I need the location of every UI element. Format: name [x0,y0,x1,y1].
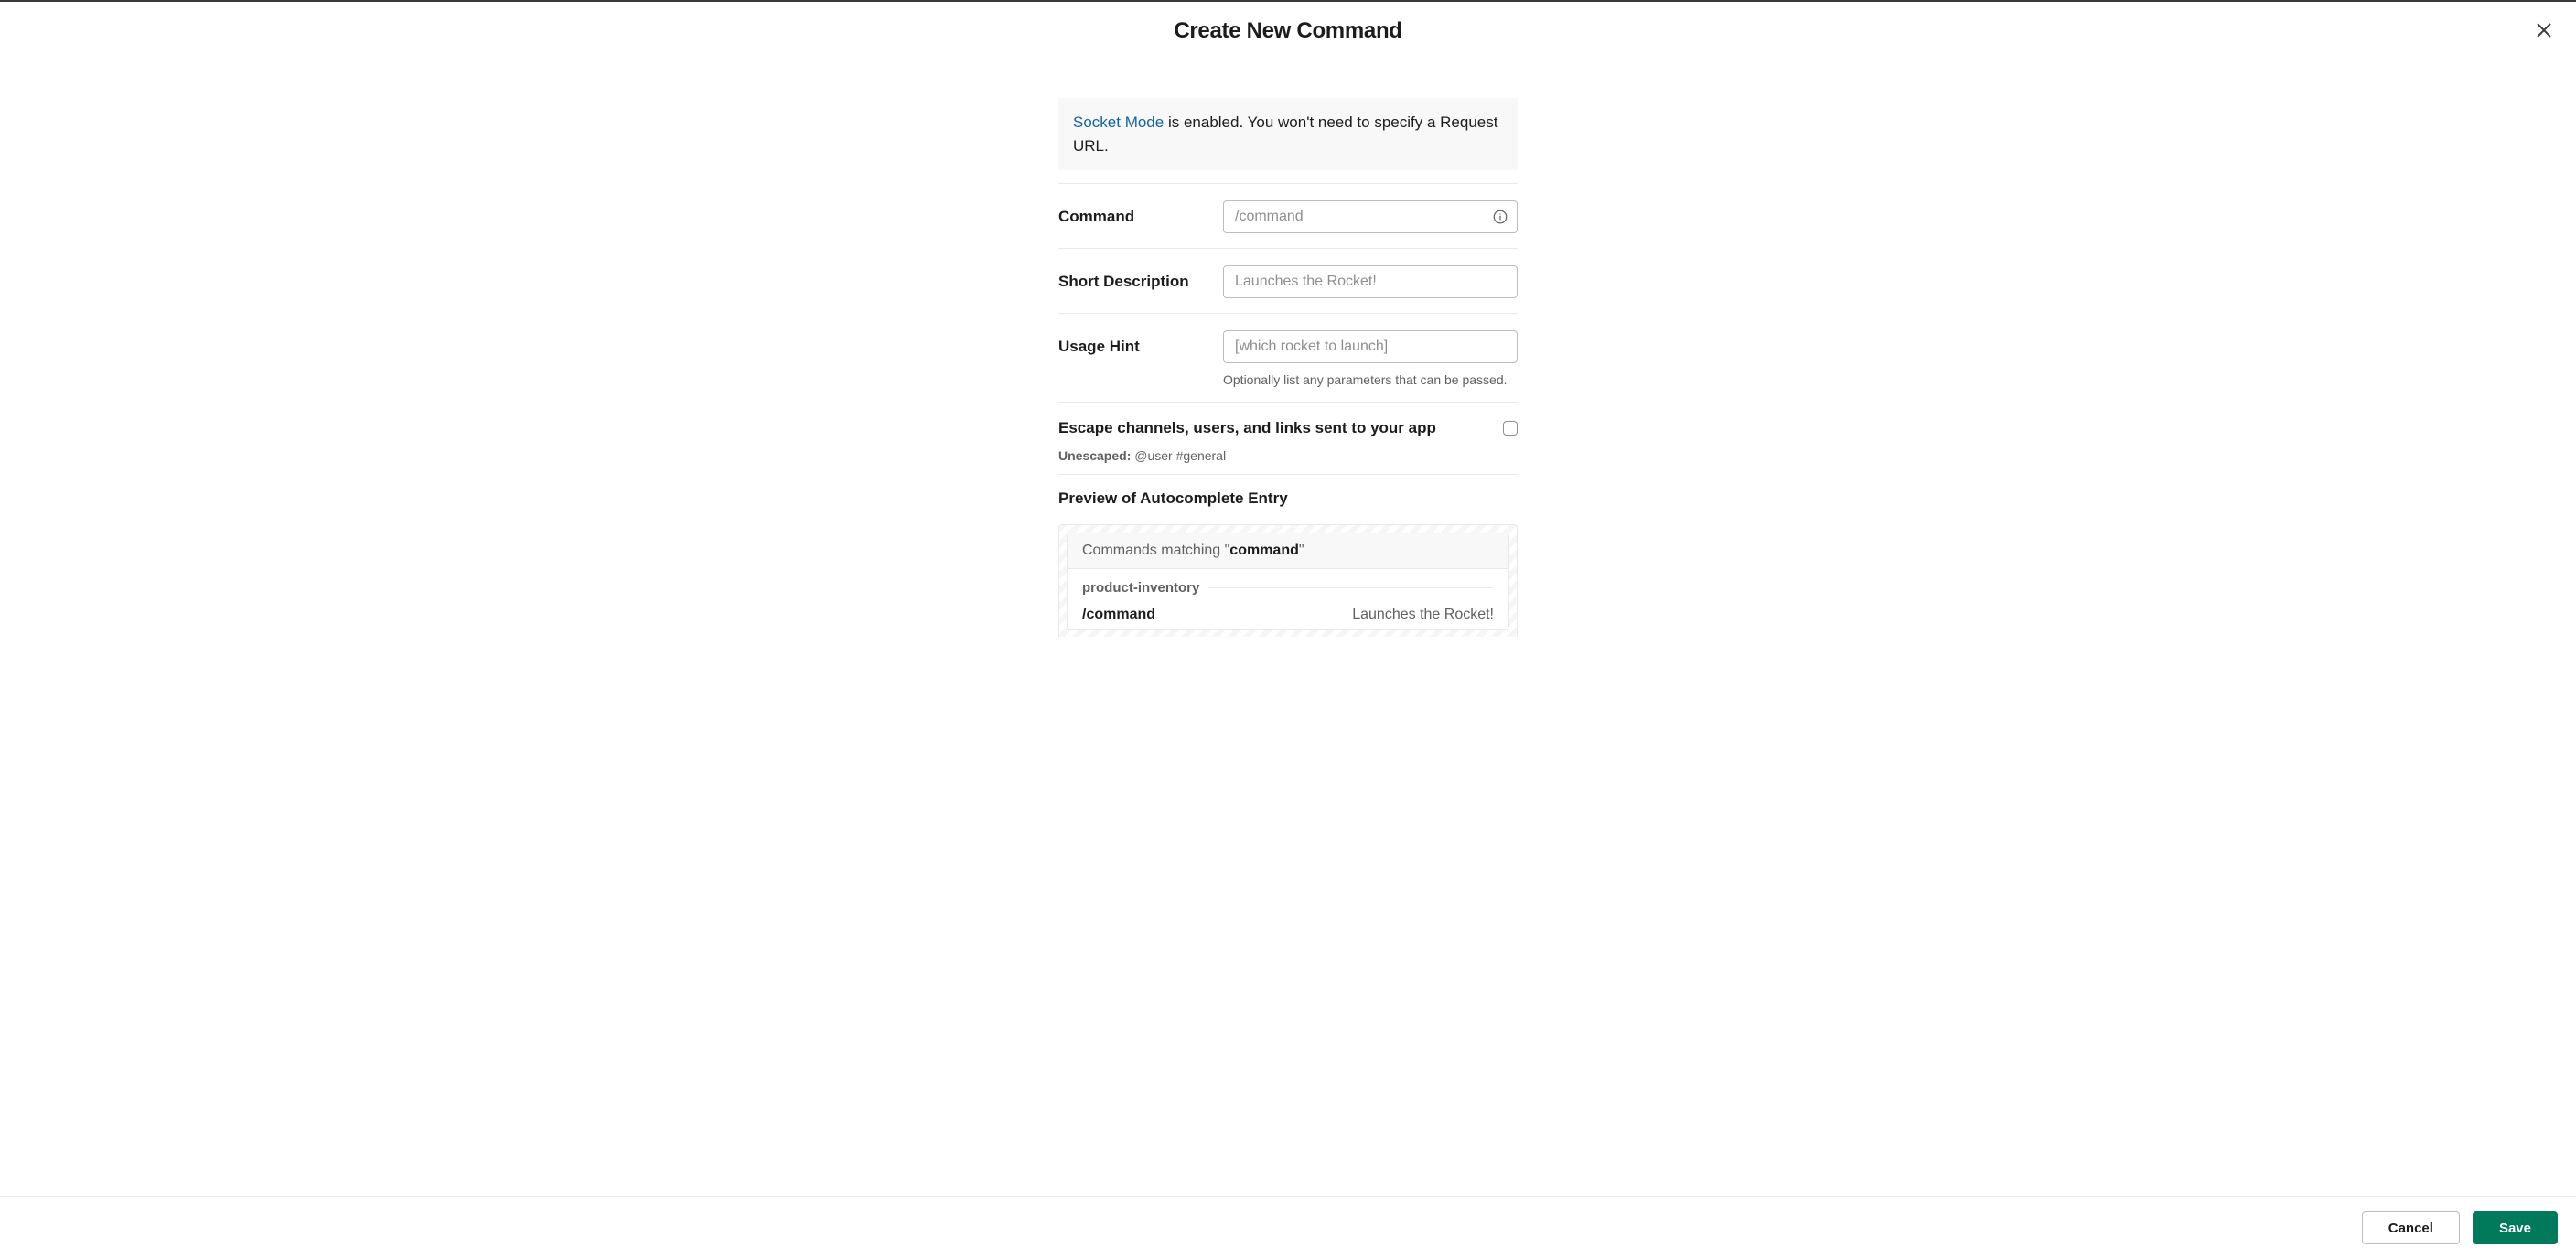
command-label: Command [1058,200,1223,226]
escape-checkbox[interactable] [1503,421,1518,436]
preview-group-label: product-inventory [1082,580,1494,596]
command-input[interactable] [1223,200,1518,233]
preview-head: Commands matching "command" [1068,533,1508,569]
command-row: Command [1058,183,1518,248]
escape-sub-value: @user #general [1134,448,1226,463]
preview-head-match: command [1229,543,1299,558]
modal-content: Socket Mode is enabled. You won't need t… [1058,98,1518,637]
preview-item-command: /command [1082,607,1155,623]
escape-sub-label: Unescaped: [1058,448,1131,463]
modal-title: Create New Command [0,18,2576,44]
preview-section: Preview of Autocomplete Entry Commands m… [1058,474,1518,637]
close-icon [2534,20,2554,40]
preview-title: Preview of Autocomplete Entry [1058,490,1518,508]
modal-footer: Cancel Save [0,1196,2576,1259]
preview-head-prefix: Commands matching " [1082,543,1229,558]
cancel-button[interactable]: Cancel [2362,1211,2460,1244]
preview-item-description: Launches the Rocket! [1352,607,1494,623]
save-button[interactable]: Save [2473,1211,2558,1244]
close-button[interactable] [2530,16,2558,44]
socket-mode-notice: Socket Mode is enabled. You won't need t… [1058,98,1518,170]
short-description-row: Short Description [1058,248,1518,313]
escape-subtext: Unescaped: @user #general [1058,448,1518,463]
usage-hint-row: Usage Hint Optionally list any parameter… [1058,313,1518,402]
usage-hint-help: Optionally list any parameters that can … [1223,372,1518,387]
preview-outer: Commands matching "command" product-inve… [1058,524,1518,637]
short-description-label: Short Description [1058,265,1223,291]
preview-body: product-inventory /command Launches the … [1068,569,1508,629]
info-icon [1492,209,1508,225]
modal-header: Create New Command [0,2,2576,59]
preview-box: Commands matching "command" product-inve… [1067,533,1509,630]
escape-label: Escape channels, users, and links sent t… [1058,419,1436,437]
socket-mode-link[interactable]: Socket Mode [1073,113,1164,131]
short-description-input[interactable] [1223,265,1518,298]
usage-hint-label: Usage Hint [1058,330,1223,356]
preview-head-suffix: " [1299,543,1304,558]
preview-item: /command Launches the Rocket! [1082,596,1494,623]
command-info-button[interactable] [1492,209,1508,225]
preview-group-label-text: product-inventory [1082,580,1199,596]
escape-row: Escape channels, users, and links sent t… [1058,402,1518,474]
usage-hint-input[interactable] [1223,330,1518,363]
